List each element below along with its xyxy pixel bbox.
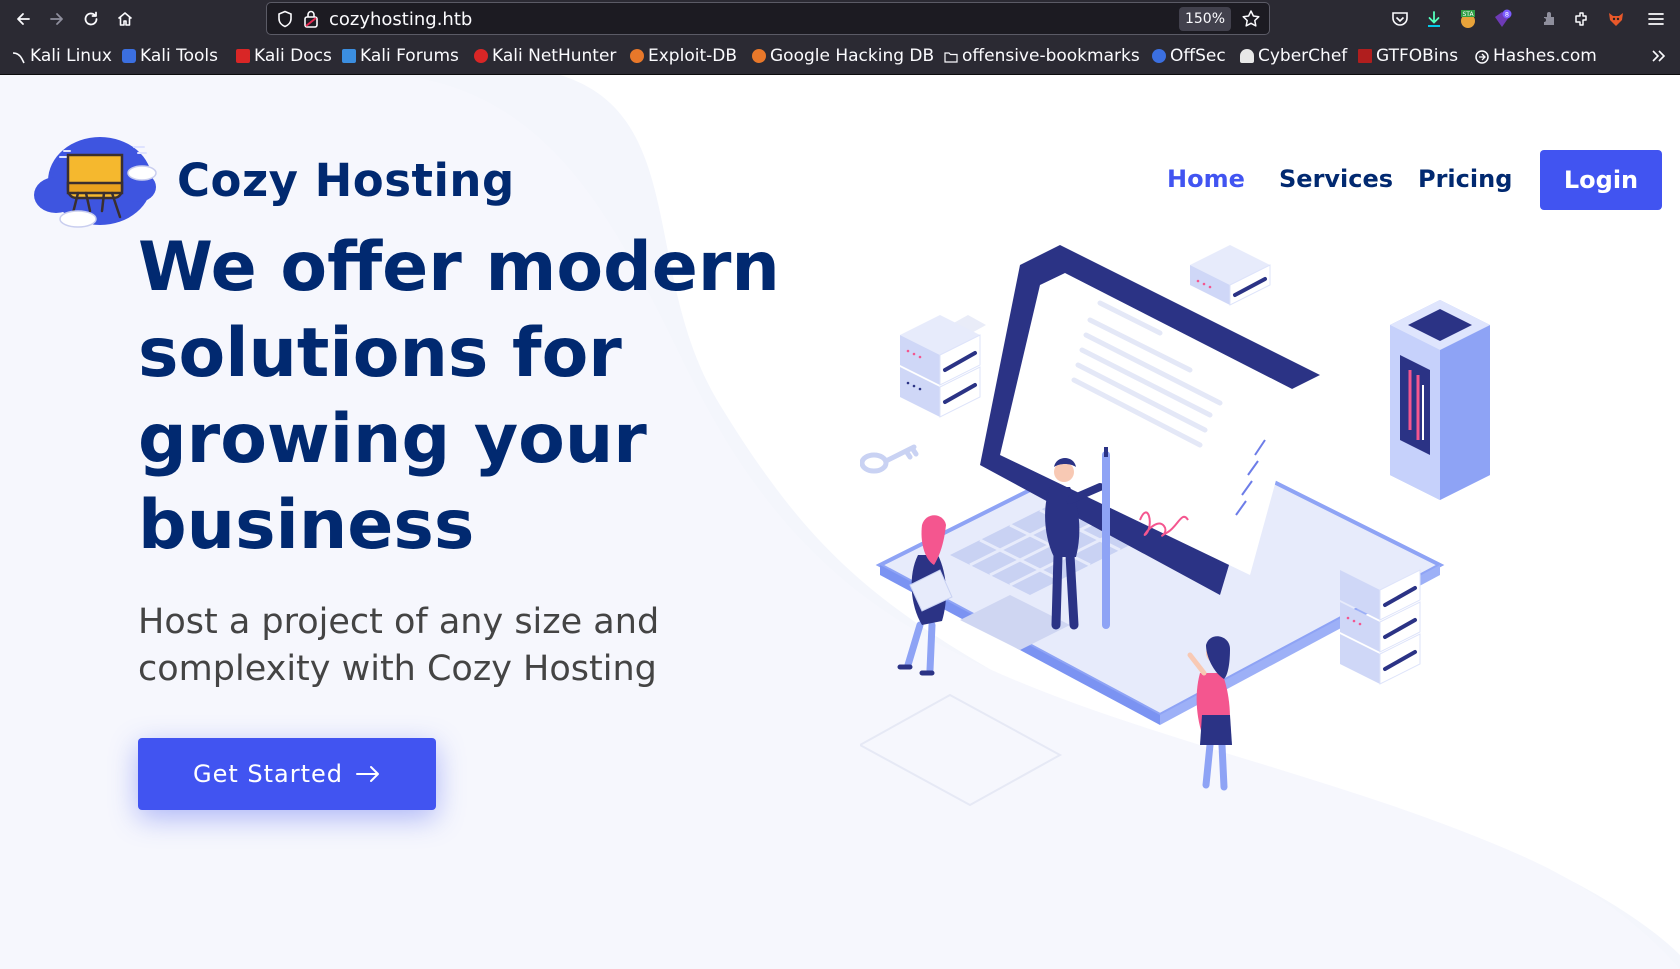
webpage: Cozy Hosting Home Services Pricing Login… xyxy=(0,75,1680,969)
bookmark-kali-tools[interactable]: Kali Tools xyxy=(122,46,218,66)
bookmark-kali-docs[interactable]: Kali Docs xyxy=(236,46,332,66)
nav-services[interactable]: Services xyxy=(1279,165,1393,193)
download-icon[interactable] xyxy=(1423,8,1445,30)
bookmark-hashes-com[interactable]: Hashes.com xyxy=(1475,46,1597,66)
ghdb-icon xyxy=(752,49,766,63)
arrow-right-icon xyxy=(356,766,380,782)
hero-illustration xyxy=(860,245,1490,807)
bookmark-kali-nethunter[interactable]: Kali NetHunter xyxy=(474,46,616,66)
foxyproxy-icon[interactable] xyxy=(1605,8,1627,30)
get-started-button[interactable]: Get Started xyxy=(138,738,436,810)
bookmark-cyberchef[interactable]: CyberChef xyxy=(1240,46,1347,66)
exploit-db-icon xyxy=(630,49,644,63)
kali-forums-icon xyxy=(342,49,356,63)
extensions-icon[interactable] xyxy=(1537,8,1559,30)
address-bar[interactable]: cozyhosting.htb 150% xyxy=(266,2,1270,35)
back-icon[interactable] xyxy=(10,6,36,32)
count-badge: 8 xyxy=(1505,10,1509,18)
nav-home[interactable]: Home xyxy=(1167,165,1245,193)
bookmark-exploit-db[interactable]: Exploit-DB xyxy=(630,46,737,66)
hero-title: We offer modern solutions for growing yo… xyxy=(138,228,780,565)
pocket-icon[interactable] xyxy=(1389,8,1411,30)
bookmark-offensive-bookmarks[interactable]: offensive-bookmarks xyxy=(944,46,1140,66)
menu-icon[interactable] xyxy=(1645,8,1667,30)
hashes-icon xyxy=(1475,49,1489,64)
sta-extension-icon[interactable]: STA xyxy=(1457,8,1479,30)
sta-badge: STA xyxy=(1462,11,1474,18)
purple-extension-icon[interactable]: 8 xyxy=(1491,8,1513,30)
gtfobins-icon xyxy=(1358,49,1372,63)
zoom-level[interactable]: 150% xyxy=(1179,7,1231,31)
shield-icon[interactable] xyxy=(277,10,293,32)
bookmark-gtfobins[interactable]: GTFOBins xyxy=(1358,46,1458,66)
offsec-icon xyxy=(1152,49,1166,63)
folder-icon xyxy=(944,49,958,63)
nav-pricing[interactable]: Pricing xyxy=(1418,165,1512,193)
cyberchef-icon xyxy=(1240,49,1254,63)
get-started-label: Get Started xyxy=(192,760,344,788)
brand-name[interactable]: Cozy Hosting xyxy=(177,154,515,207)
bookmark-kali-forums[interactable]: Kali Forums xyxy=(342,46,459,66)
reload-icon[interactable] xyxy=(78,6,104,32)
login-button[interactable]: Login xyxy=(1540,150,1662,210)
star-icon[interactable] xyxy=(1241,9,1261,33)
browser-toolbar: cozyhosting.htb 150% STA 8 xyxy=(0,0,1680,37)
hero-subtitle: Host a project of any size and complexit… xyxy=(138,602,660,689)
nethunter-icon xyxy=(474,49,488,63)
lock-icon[interactable] xyxy=(303,9,319,33)
kali-docs-icon xyxy=(236,49,250,63)
home-icon[interactable] xyxy=(112,6,138,32)
url-text[interactable]: cozyhosting.htb xyxy=(329,9,472,30)
forward-icon[interactable] xyxy=(44,6,70,32)
chevrons-right-icon[interactable] xyxy=(1648,46,1668,70)
bookmark-offsec[interactable]: OffSec xyxy=(1152,46,1226,66)
bookmark-google-hacking-db[interactable]: Google Hacking DB xyxy=(752,46,934,66)
bookmarks-bar: Kali Linux Kali Tools Kali Docs Kali For… xyxy=(0,37,1680,75)
kali-icon xyxy=(12,49,26,64)
logo-icon[interactable] xyxy=(30,125,160,235)
puzzle-icon[interactable] xyxy=(1571,8,1593,30)
kali-tools-icon xyxy=(122,49,136,63)
bookmark-kali-linux[interactable]: Kali Linux xyxy=(12,46,112,66)
